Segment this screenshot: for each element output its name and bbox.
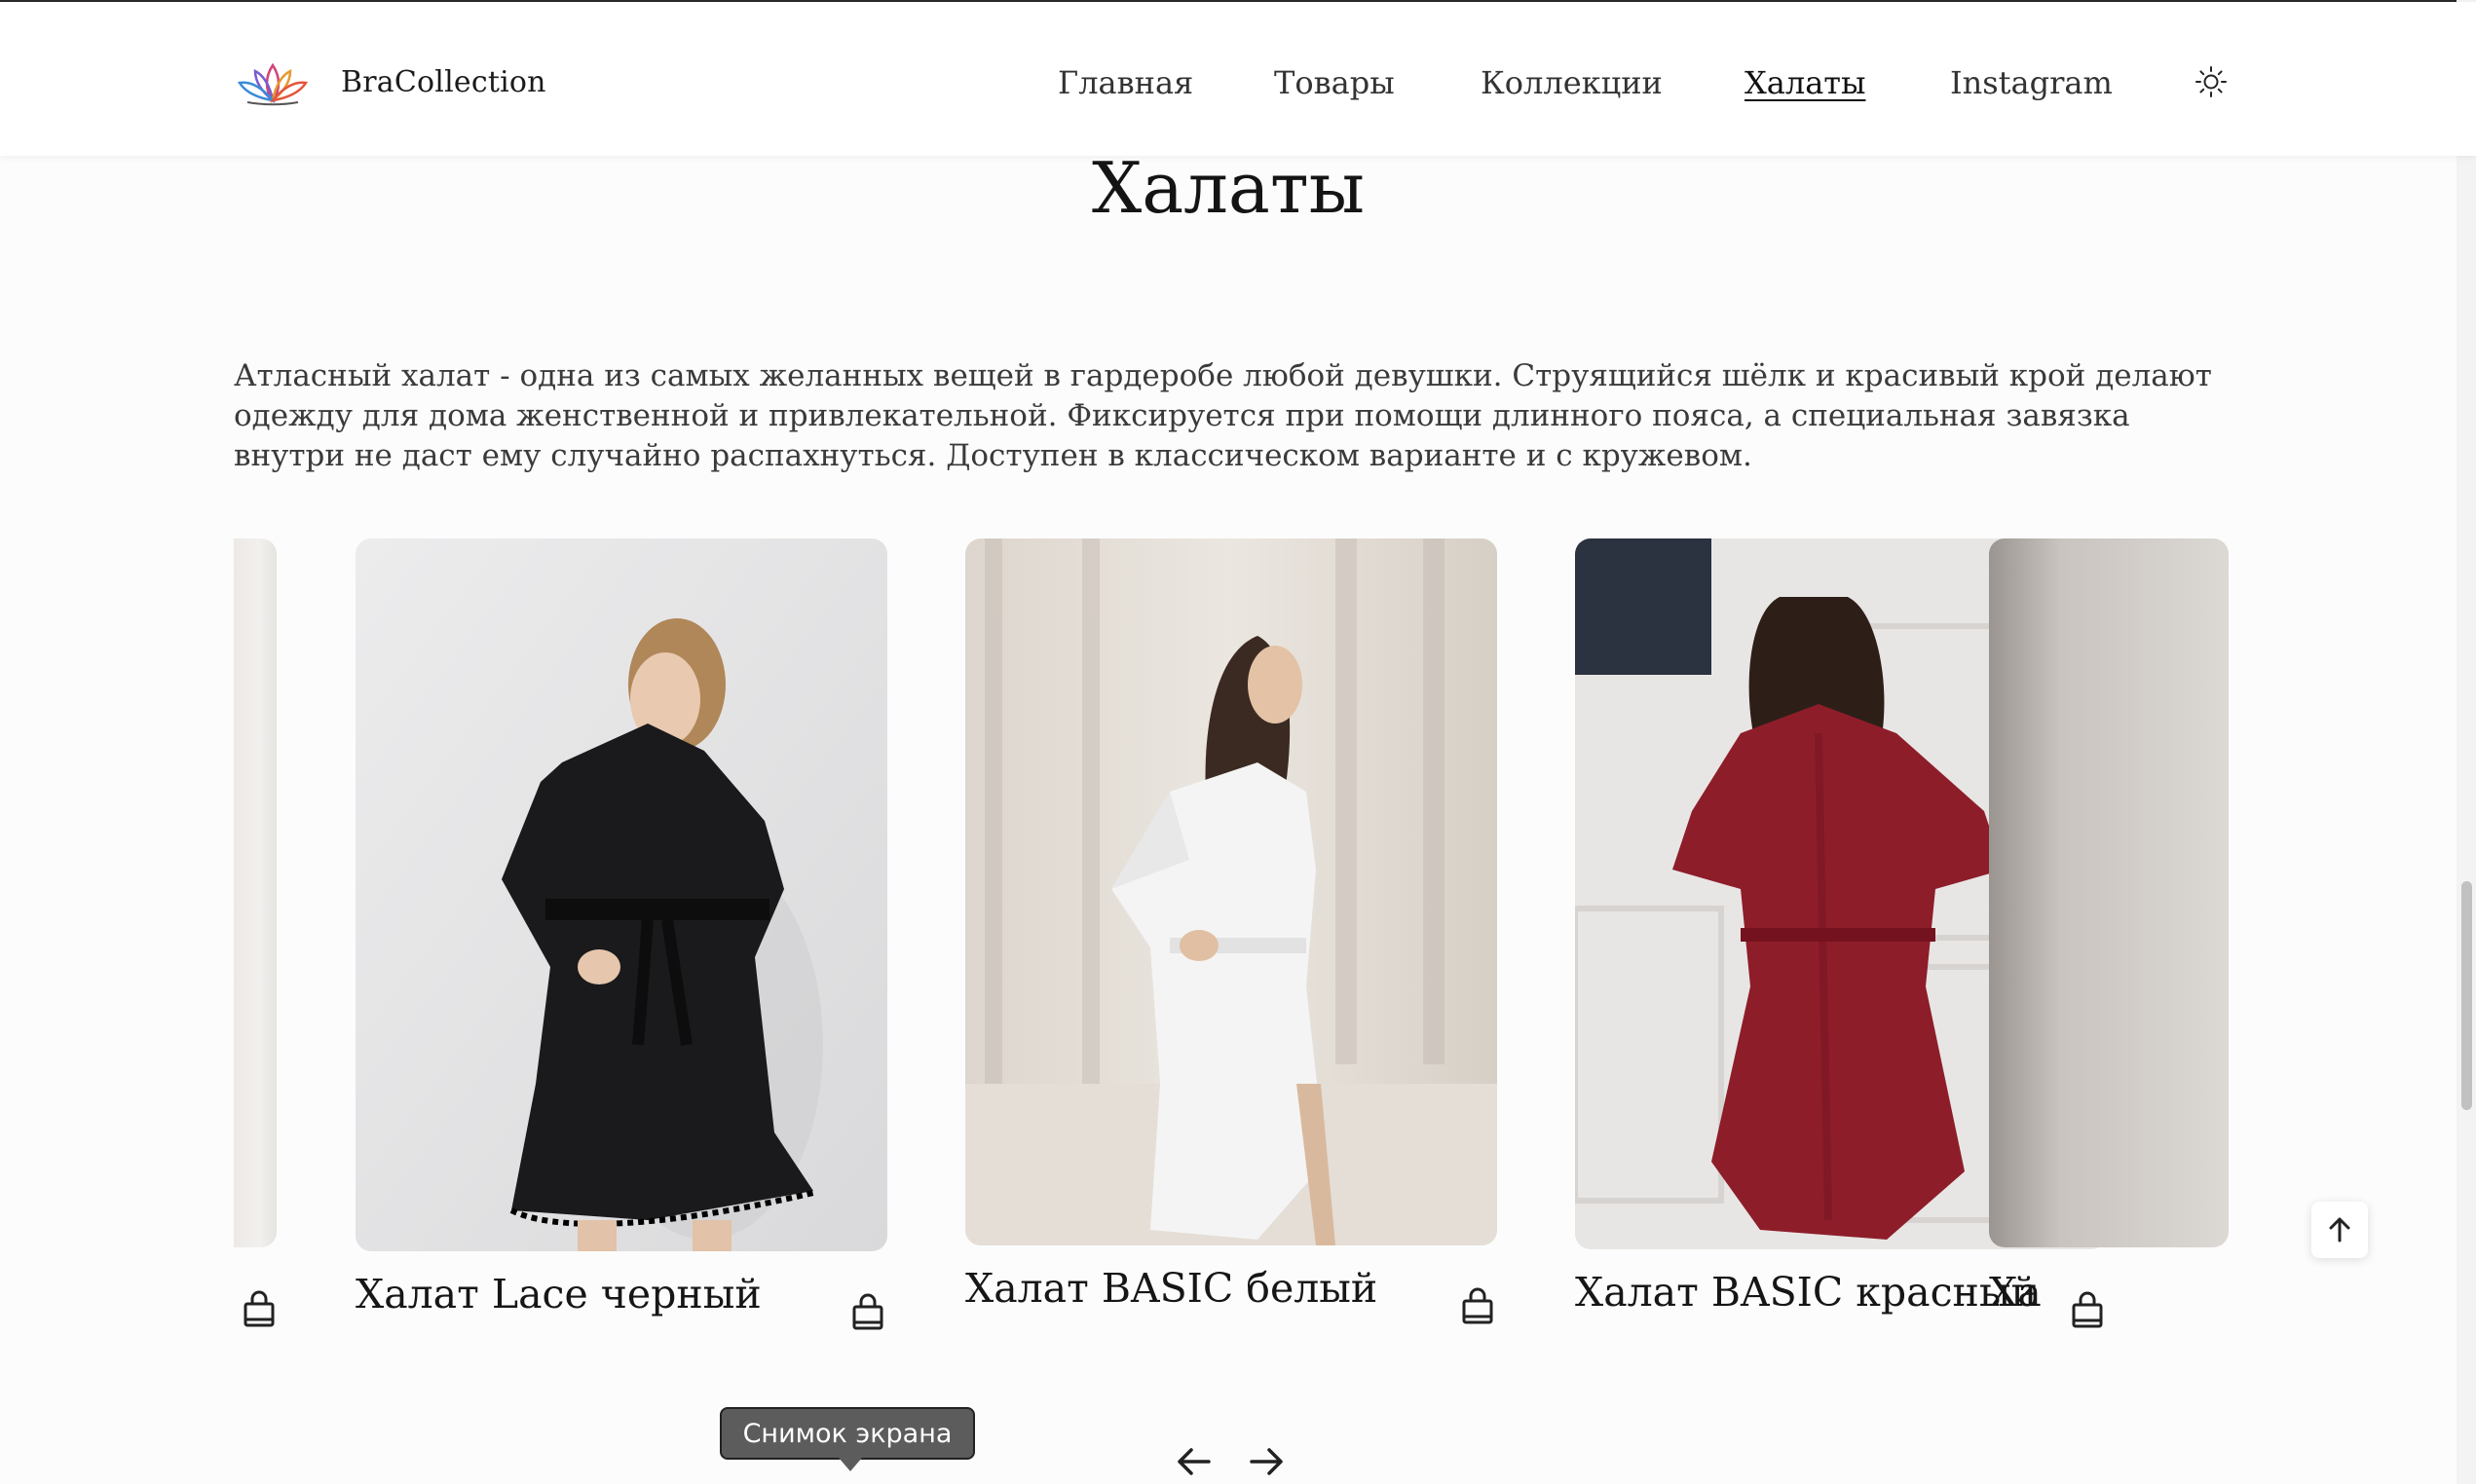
cart-icon[interactable] bbox=[242, 1290, 277, 1329]
cart-icon[interactable] bbox=[2070, 1291, 2105, 1330]
product-name[interactable]: Халат BASIC белый bbox=[965, 1265, 1377, 1312]
product-photo[interactable] bbox=[965, 538, 1497, 1245]
scroll-to-top-button[interactable] bbox=[2311, 1202, 2368, 1258]
robe-photo-white bbox=[965, 538, 1497, 1245]
product-carousel: Халат Lace черный Халат BASIC белый Хала… bbox=[234, 538, 2229, 1356]
product-name[interactable]: Ха bbox=[1989, 1269, 2042, 1316]
carousel-next-button[interactable] bbox=[1243, 1439, 1292, 1484]
product-name[interactable]: Халат BASIC красный bbox=[1575, 1269, 2038, 1316]
product-photo[interactable] bbox=[356, 538, 887, 1251]
nav-item-collections[interactable]: Коллекции bbox=[1481, 58, 1663, 107]
arrow-right-icon bbox=[1250, 1448, 1283, 1475]
arrow-left-icon bbox=[1178, 1448, 1211, 1475]
nav-item-robes[interactable]: Халаты bbox=[1744, 58, 1865, 107]
page-scrollbar-thumb[interactable] bbox=[2461, 881, 2472, 1110]
nav-item-home[interactable]: Главная bbox=[1058, 58, 1193, 107]
main-nav: Главная Товары Коллекции Халаты Instagra… bbox=[0, 58, 2476, 107]
carousel-prev-button[interactable] bbox=[1169, 1439, 1218, 1484]
nav-item-products[interactable]: Товары bbox=[1274, 58, 1395, 107]
nav-item-instagram[interactable]: Instagram bbox=[1950, 58, 2113, 107]
theme-toggle-button[interactable] bbox=[2192, 62, 2231, 101]
page-title: Халаты bbox=[1092, 147, 1365, 229]
cart-icon[interactable] bbox=[850, 1293, 885, 1332]
screenshot-tooltip: Снимок экрана bbox=[720, 1407, 975, 1471]
sun-icon bbox=[2195, 66, 2227, 97]
product-photo[interactable] bbox=[1989, 538, 2229, 1247]
robe-photo-black bbox=[356, 538, 887, 1251]
product-card-partial-right[interactable]: Ха bbox=[1989, 538, 2229, 1316]
page-scrollbar[interactable] bbox=[2457, 0, 2476, 1484]
product-name[interactable]: Халат Lace черный bbox=[356, 1271, 762, 1317]
arrow-up-icon bbox=[2329, 1217, 2350, 1243]
site-header: BraCollection Главная Товары Коллекции Х… bbox=[0, 2, 2476, 156]
cart-icon[interactable] bbox=[1460, 1287, 1495, 1326]
product-card-partial-left[interactable] bbox=[234, 538, 277, 1247]
page-description: Атласный халат - одна из самых желанных … bbox=[234, 358, 2212, 473]
